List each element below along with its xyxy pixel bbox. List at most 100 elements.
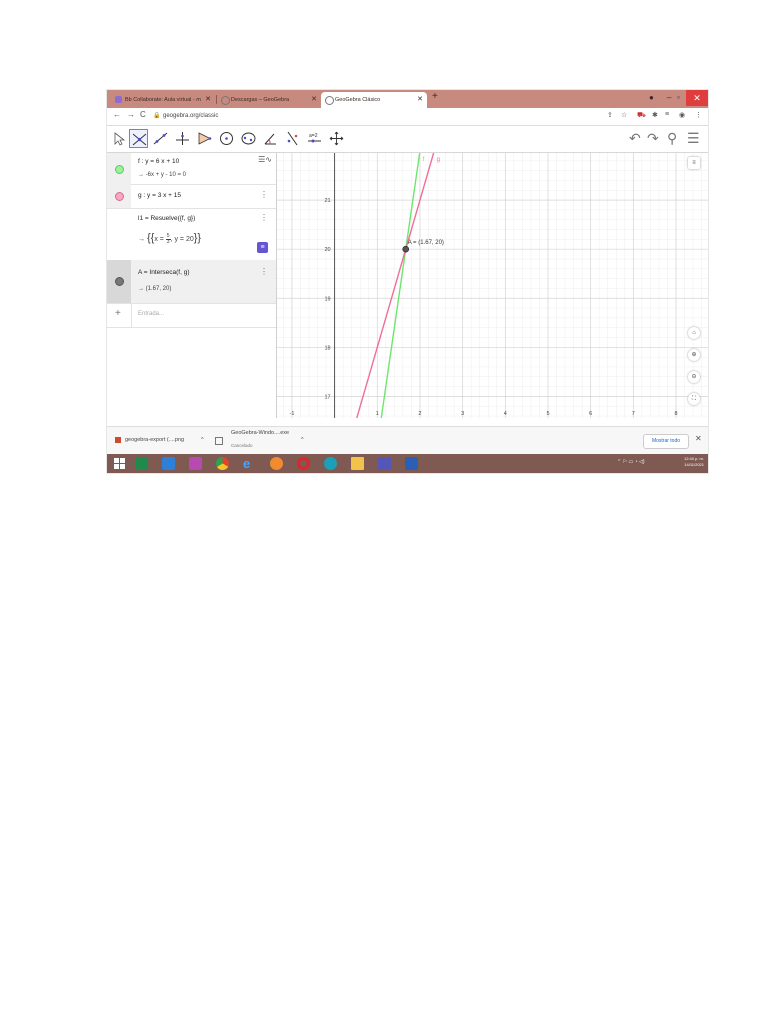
download-item-png[interactable]: geogebra-export (....png ^ (115, 427, 215, 454)
polygon-tool-icon[interactable] (195, 129, 214, 148)
photo-app-icon[interactable] (189, 457, 202, 470)
close-icon[interactable]: ✕ (417, 92, 423, 108)
graphics-view[interactable]: -1 1 2 3 4 5 6 7 8 17 18 19 20 21 f g A = (1.67, 20) ≡ ⌂… (277, 153, 708, 418)
chrome-icon[interactable] (216, 457, 229, 470)
tab-descargas[interactable]: Descargas – GeoGebra ✕ (217, 92, 321, 108)
redo-icon[interactable]: ↷ (647, 130, 659, 147)
algebra-row-g[interactable]: g : y = 3 x + 15 ⋮ (107, 184, 276, 209)
reload-icon[interactable]: C (140, 110, 146, 119)
zoom-out-icon[interactable]: ⊖ (688, 371, 700, 383)
collaborate-icon (115, 96, 122, 103)
expression-f[interactable]: f : y = 6 x + 10 (138, 158, 179, 165)
line-tool-icon[interactable] (151, 129, 170, 148)
file-explorer-icon[interactable] (351, 457, 364, 470)
system-tray-icons[interactable]: ⌃ ⚐ ▭ ◔ ◁) (617, 459, 644, 465)
expression-a[interactable]: A = Interseca(f, g) (138, 269, 189, 276)
visibility-toggle-f[interactable] (115, 165, 124, 174)
more-options-icon[interactable]: ⋮ (260, 213, 268, 222)
circle-tool-icon[interactable] (217, 129, 236, 148)
kebab-menu-icon[interactable]: ⋮ (695, 111, 702, 119)
windows-start-icon[interactable] (113, 457, 126, 470)
y-tick-label: 21 (324, 198, 330, 204)
extensions-icon[interactable]: ✱ (652, 111, 658, 119)
file-icon (215, 437, 223, 445)
profile-icon[interactable]: ● (649, 91, 654, 105)
visibility-toggle-a[interactable] (115, 277, 124, 286)
window-close-icon[interactable]: ✕ (686, 90, 708, 106)
geogebra-icon (221, 96, 230, 105)
firefox-icon[interactable] (270, 457, 283, 470)
undo-icon[interactable]: ↶ (629, 130, 641, 147)
graphics-canvas[interactable]: -1 1 2 3 4 5 6 7 8 17 18 19 20 21 f g A = (1.67, 20) (277, 153, 708, 418)
file-icon (115, 437, 121, 443)
close-icon[interactable]: ✕ (205, 92, 211, 108)
expression-g[interactable]: g : y = 3 x + 15 (138, 192, 181, 199)
plus-icon[interactable]: + (115, 308, 121, 319)
point-a-label: A = (1.67, 20) (408, 240, 444, 246)
algebra-row-l1[interactable]: l1 = Resuelve({f, g}) ⋮ → {{x = 5 3 , y … (107, 208, 276, 261)
algebra-input-row[interactable]: + Entrada... (107, 303, 276, 328)
graphics-style-icon[interactable]: ≡ (688, 157, 700, 169)
more-options-icon[interactable]: ⋮ (260, 267, 268, 276)
y-tick-label: 18 (324, 345, 330, 351)
tab-geogebra-clasico[interactable]: GeoGebra Clásico ✕ (321, 92, 427, 108)
opera-icon[interactable] (297, 457, 310, 470)
x-tick-label: 6 (589, 411, 592, 417)
tab-collaborate[interactable]: Bb Collaborate: Aula virtual - m ✕ (111, 92, 215, 108)
url-field[interactable]: 🔒 geogebra.org/classic (151, 110, 621, 122)
ellipse-tool-icon[interactable] (239, 129, 258, 148)
home-icon[interactable]: ⌂ (688, 327, 700, 339)
x-tick-label: 1 (376, 411, 379, 417)
menu-icon[interactable]: ☰ (687, 130, 700, 147)
tab-label: Bb Collaborate: Aula virtual - m (125, 97, 201, 103)
geogebra-toolbar: a=2 ↶ ↷ ⚲ ☰ (107, 126, 708, 153)
slider-tool-icon[interactable]: a=2 (305, 129, 324, 148)
dropbox-icon[interactable] (162, 457, 175, 470)
download-status: Cancelado (231, 443, 253, 448)
close-icon[interactable]: ✕ (311, 92, 317, 108)
download-item-exe[interactable]: GeoGebra-Windo....exe Cancelado ^ (215, 427, 315, 454)
maximize-icon[interactable]: ▫ (677, 91, 680, 105)
more-options-icon[interactable]: ⋮ (260, 190, 268, 199)
edge-icon[interactable] (324, 457, 337, 470)
move-graphics-view-icon[interactable] (327, 129, 346, 148)
word-icon[interactable] (405, 457, 418, 470)
algebra-input[interactable]: Entrada... (138, 311, 164, 317)
move-tool-icon[interactable] (109, 129, 128, 148)
search-icon[interactable]: ⚲ (667, 130, 677, 147)
cart-icon[interactable]: ⛟ (637, 111, 646, 120)
output-format-button[interactable]: ≡ (257, 242, 268, 253)
algebra-row-f[interactable]: f : y = 6 x + 10 → -6x + y - 10 = 0 (107, 153, 276, 185)
angle-tool-icon[interactable] (261, 129, 280, 148)
x-tick-label: 3 (461, 411, 464, 417)
star-icon[interactable]: ☆ (621, 111, 627, 119)
clock[interactable]: 12:40 p. m. 14/11/2021 (684, 456, 704, 468)
close-icon[interactable]: ✕ (695, 434, 702, 443)
x-tick-label: -1 (289, 411, 294, 417)
ie-icon[interactable]: e (243, 457, 256, 470)
chevron-up-icon[interactable]: ^ (301, 427, 304, 454)
output-l1: → {{x = 5 3 , y = 20}} (138, 232, 202, 245)
fullscreen-icon[interactable]: ⛶ (688, 393, 700, 405)
excel-icon[interactable] (135, 457, 148, 470)
new-tab-icon[interactable]: + (432, 91, 438, 102)
minimize-icon[interactable]: – (667, 91, 671, 105)
back-icon[interactable]: ← (113, 110, 121, 119)
show-all-button[interactable]: Mostrar todo (643, 434, 689, 449)
expression-l1[interactable]: l1 = Resuelve({f, g}) (138, 215, 195, 222)
visibility-toggle-g[interactable] (115, 192, 124, 201)
chevron-up-icon[interactable]: ^ (201, 427, 204, 454)
intersect-tool-icon[interactable] (129, 129, 148, 148)
algebra-row-a[interactable]: A = Interseca(f, g) → (1.67, 20) ⋮ (107, 260, 276, 304)
perpendicular-tool-icon[interactable] (173, 129, 192, 148)
teams-icon[interactable] (378, 457, 391, 470)
zoom-in-icon[interactable]: ⊕ (688, 349, 700, 361)
forward-icon[interactable]: → (127, 110, 135, 119)
reflect-tool-icon[interactable] (283, 129, 302, 148)
input-divider (131, 303, 132, 327)
account-icon[interactable]: ◉ (679, 111, 685, 119)
reading-list-icon[interactable]: ≡ (665, 111, 669, 118)
share-icon[interactable]: ⇪ (607, 111, 613, 119)
screenshot-frame: Bb Collaborate: Aula virtual - m ✕ Desca… (107, 90, 708, 473)
address-bar: ← → C 🔒 geogebra.org/classic ⇪ ☆ ⛟ ✱ ≡ ◉… (107, 108, 708, 126)
